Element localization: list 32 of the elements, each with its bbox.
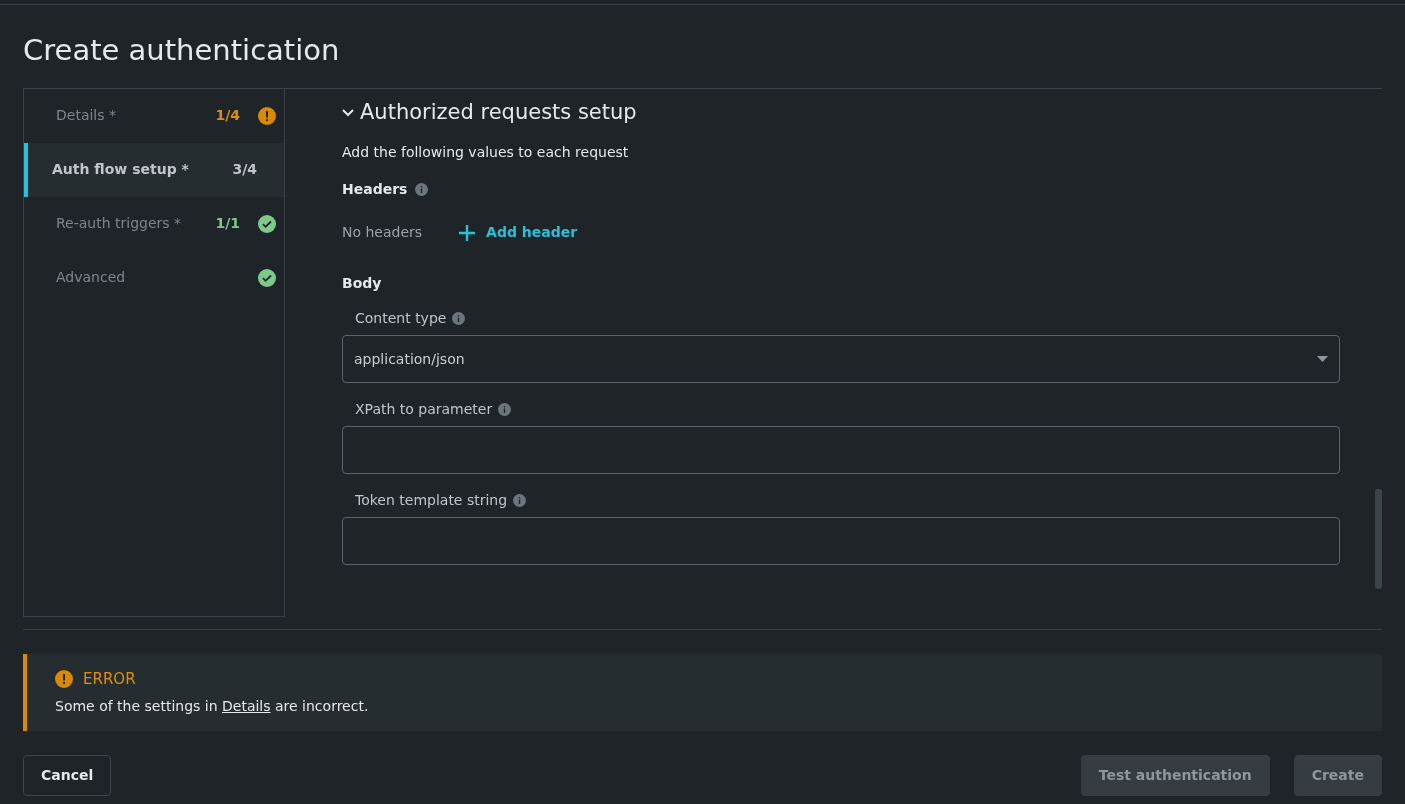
field-label: XPath to parameter	[355, 400, 493, 420]
dropdown-caret-icon	[1317, 356, 1328, 363]
page-title: Create authentication	[23, 33, 341, 68]
step-item[interactable]: Auth flow setup * 3/4	[24, 142, 284, 197]
field-label: Content type	[355, 309, 447, 329]
step-item[interactable]: Details * 1/4	[24, 88, 284, 143]
input-field[interactable]	[342, 426, 1340, 475]
section-title: Authorized requests setup	[360, 98, 637, 126]
body-label: Body	[342, 274, 383, 294]
info-icon	[452, 312, 466, 326]
check-icon	[258, 214, 276, 233]
warning-icon	[258, 106, 276, 125]
check-icon	[258, 268, 276, 287]
error-message: Some of the settings in Details are incorrect.	[55, 697, 370, 717]
select-field[interactable]: application/json	[342, 335, 1340, 384]
info-icon	[498, 403, 512, 417]
step-item[interactable]: Re-auth triggers * 1/1	[24, 196, 284, 251]
step-item[interactable]: Advanced	[24, 250, 284, 305]
field-label: Token template string	[355, 491, 508, 511]
plus-icon	[458, 223, 477, 242]
section-description: Add the following values to each request	[342, 143, 630, 163]
empty-text: No headers	[342, 223, 423, 243]
info-icon	[415, 183, 429, 197]
add-header-button[interactable]: Add header	[458, 222, 578, 244]
details-link[interactable]: Details	[222, 698, 271, 715]
input-field[interactable]	[342, 517, 1340, 566]
warning-icon	[55, 670, 73, 689]
button[interactable]: Cancel	[23, 755, 112, 796]
chevron-down-icon[interactable]	[342, 108, 354, 117]
headers-label: Headers	[342, 180, 408, 200]
info-icon	[513, 494, 527, 508]
error-title: ERROR	[83, 668, 136, 690]
